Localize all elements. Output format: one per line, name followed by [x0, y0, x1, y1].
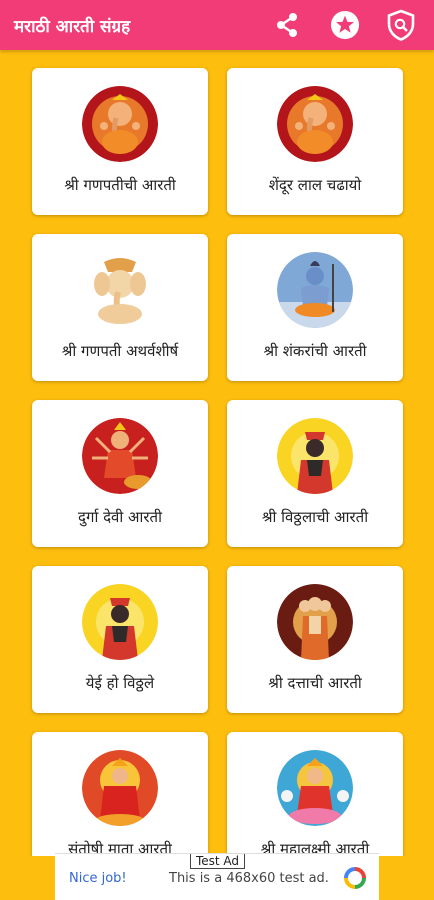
share-icon	[277, 13, 297, 37]
shiva-image	[277, 252, 353, 328]
vitthal-image	[82, 584, 158, 660]
aarti-card-label: श्री विठ्ठलाची आरती	[261, 508, 369, 526]
aarti-card-label: येई हो विठ्ठले	[85, 674, 155, 692]
banner-ad[interactable]: Test Ad Nice job! This is a 468x60 test …	[55, 853, 379, 900]
ad-choices-icon[interactable]	[343, 866, 367, 890]
aarti-card[interactable]: श्री विठ्ठलाची आरती	[227, 400, 403, 547]
ganesh-idol-image	[82, 252, 158, 328]
datta-image	[277, 584, 353, 660]
aarti-card-label: श्री गणपतीची आरती	[64, 176, 176, 194]
aarti-card-label: दुर्गा देवी आरती	[78, 508, 162, 526]
app-bar: मराठी आरती संग्रह	[0, 0, 434, 50]
privacy-button[interactable]	[386, 9, 416, 41]
star-icon	[330, 10, 360, 40]
aarti-grid: श्री गणपतीची आरती शेंदूर लाल चढायो श्री …	[0, 50, 434, 856]
aarti-card[interactable]: श्री महालक्ष्मी आरती	[227, 732, 403, 856]
ganesh-image	[82, 86, 158, 162]
vitthal-image	[277, 418, 353, 494]
aarti-card[interactable]: श्री गणपती अथर्वशीर्ष	[32, 234, 208, 381]
durga-image	[82, 418, 158, 494]
aarti-card-label: श्री शंकरांची आरती	[263, 342, 367, 360]
ad-message: This is a 468x60 test ad.	[169, 871, 329, 886]
aarti-card[interactable]: दुर्गा देवी आरती	[32, 400, 208, 547]
ganesh-image	[277, 86, 353, 162]
aarti-card[interactable]: येई हो विठ्ठले	[32, 566, 208, 713]
aarti-card[interactable]: श्री शंकरांची आरती	[227, 234, 403, 381]
app-title: मराठी आरती संग्रह	[14, 16, 131, 37]
aarti-card[interactable]: श्री गणपतीची आरती	[32, 68, 208, 215]
rate-button[interactable]	[330, 10, 360, 40]
mahalakshmi-image	[277, 750, 353, 826]
ad-headline: Nice job!	[69, 871, 127, 886]
santoshi-mata-image	[82, 750, 158, 826]
aarti-card-label: शेंदूर लाल चढायो	[268, 176, 362, 194]
aarti-card-label: श्री गणपती अथर्वशीर्ष	[61, 342, 179, 360]
aarti-card[interactable]: श्री दत्ताची आरती	[227, 566, 403, 713]
test-ad-badge: Test Ad	[190, 854, 245, 869]
aarti-card[interactable]: संतोषी माता आरती	[32, 732, 208, 856]
aarti-card[interactable]: शेंदूर लाल चढायो	[227, 68, 403, 215]
aarti-card-label: श्री दत्ताची आरती	[268, 674, 362, 692]
privacy-shield-icon	[387, 9, 415, 41]
share-button[interactable]	[272, 10, 302, 40]
app-bar-actions	[272, 0, 434, 50]
